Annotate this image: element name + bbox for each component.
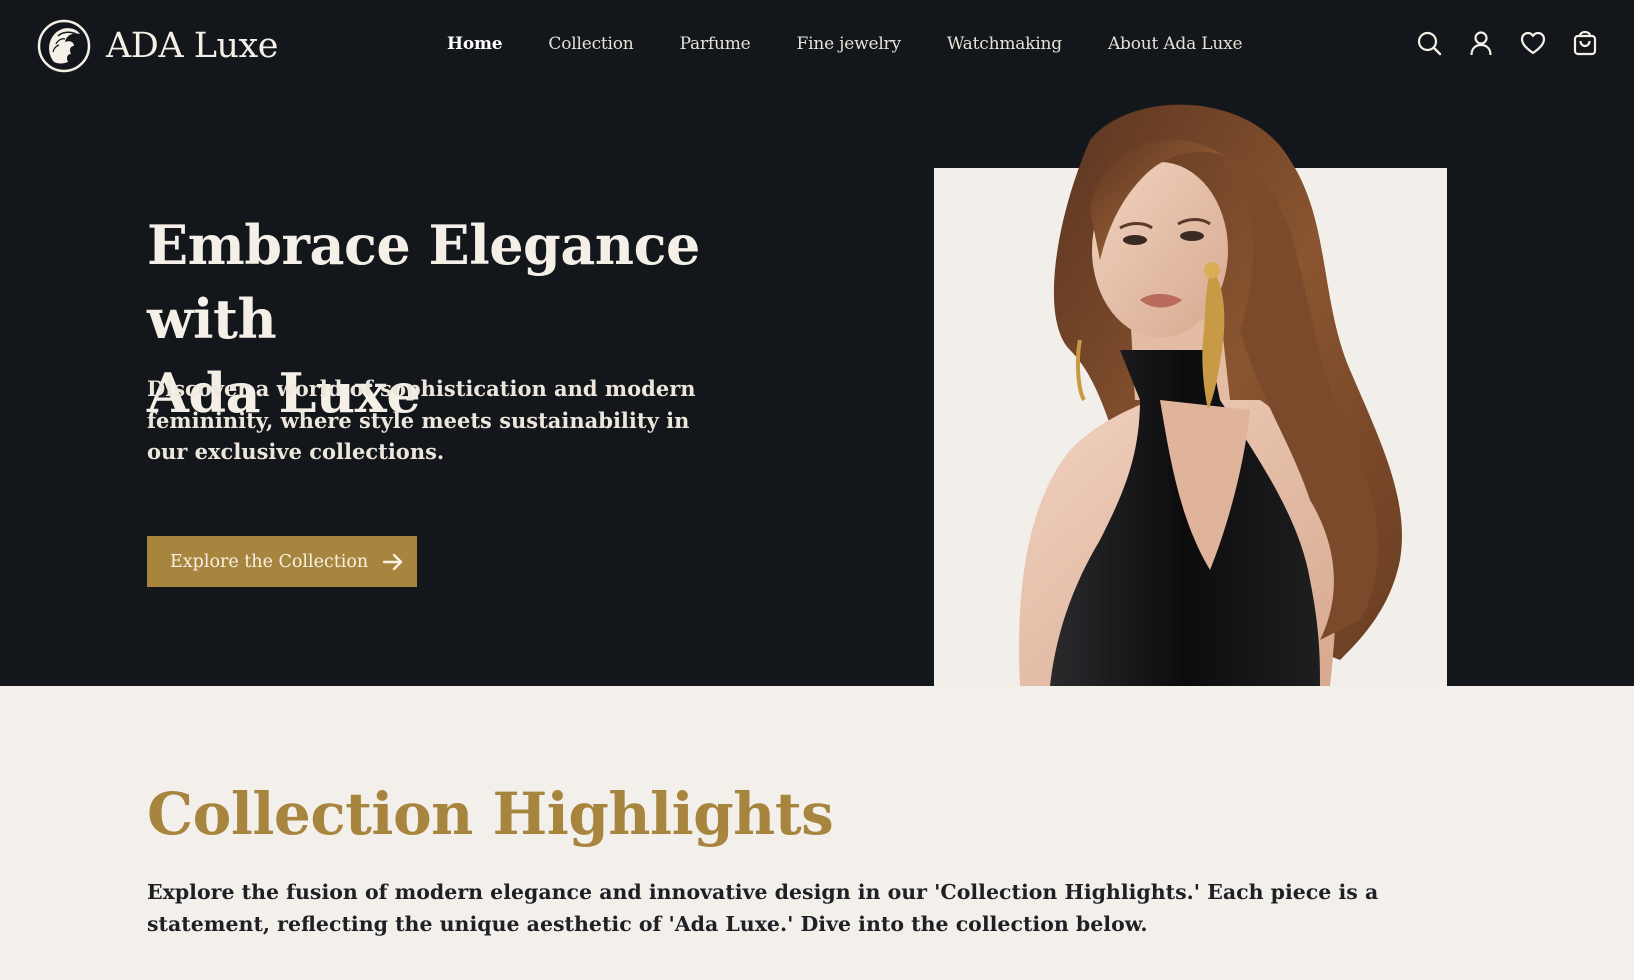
hero-title-line1: Embrace Elegance with xyxy=(147,213,700,351)
main-nav: Home Collection Parfume Fine jewelry Wat… xyxy=(447,34,1288,54)
nav-item-fine-jewelry[interactable]: Fine jewelry xyxy=(797,34,902,54)
woman-profile-logo-icon xyxy=(37,19,91,73)
hero-subtitle: Discover a world of sophistication and m… xyxy=(147,376,696,464)
nav-item-collection[interactable]: Collection xyxy=(548,34,633,54)
collection-highlights-description: Explore the fusion of modern elegance an… xyxy=(147,880,1379,936)
nav-item-parfume[interactable]: Parfume xyxy=(680,34,751,54)
model-portrait-image xyxy=(1019,104,1402,686)
arrow-right-icon xyxy=(383,553,403,570)
search-icon[interactable] xyxy=(1416,30,1442,56)
explore-collection-button[interactable]: Explore the Collection xyxy=(147,536,417,587)
hero-section: ADA Luxe Home Collection Parfume Fine je… xyxy=(0,0,1634,686)
nav-item-about[interactable]: About Ada Luxe xyxy=(1108,34,1243,54)
nav-item-home[interactable]: Home xyxy=(447,34,503,54)
collection-highlights-title: Collection Highlights xyxy=(147,780,834,848)
brand-name: ADA Luxe xyxy=(106,26,278,66)
explore-collection-label: Explore the Collection xyxy=(170,551,369,572)
brand-logo[interactable]: ADA Luxe xyxy=(36,18,278,74)
user-icon[interactable] xyxy=(1468,30,1494,56)
header-actions xyxy=(1416,30,1598,56)
heart-icon[interactable] xyxy=(1520,30,1546,56)
nav-item-watchmaking[interactable]: Watchmaking xyxy=(947,34,1062,54)
shopping-bag-icon[interactable] xyxy=(1572,30,1598,56)
